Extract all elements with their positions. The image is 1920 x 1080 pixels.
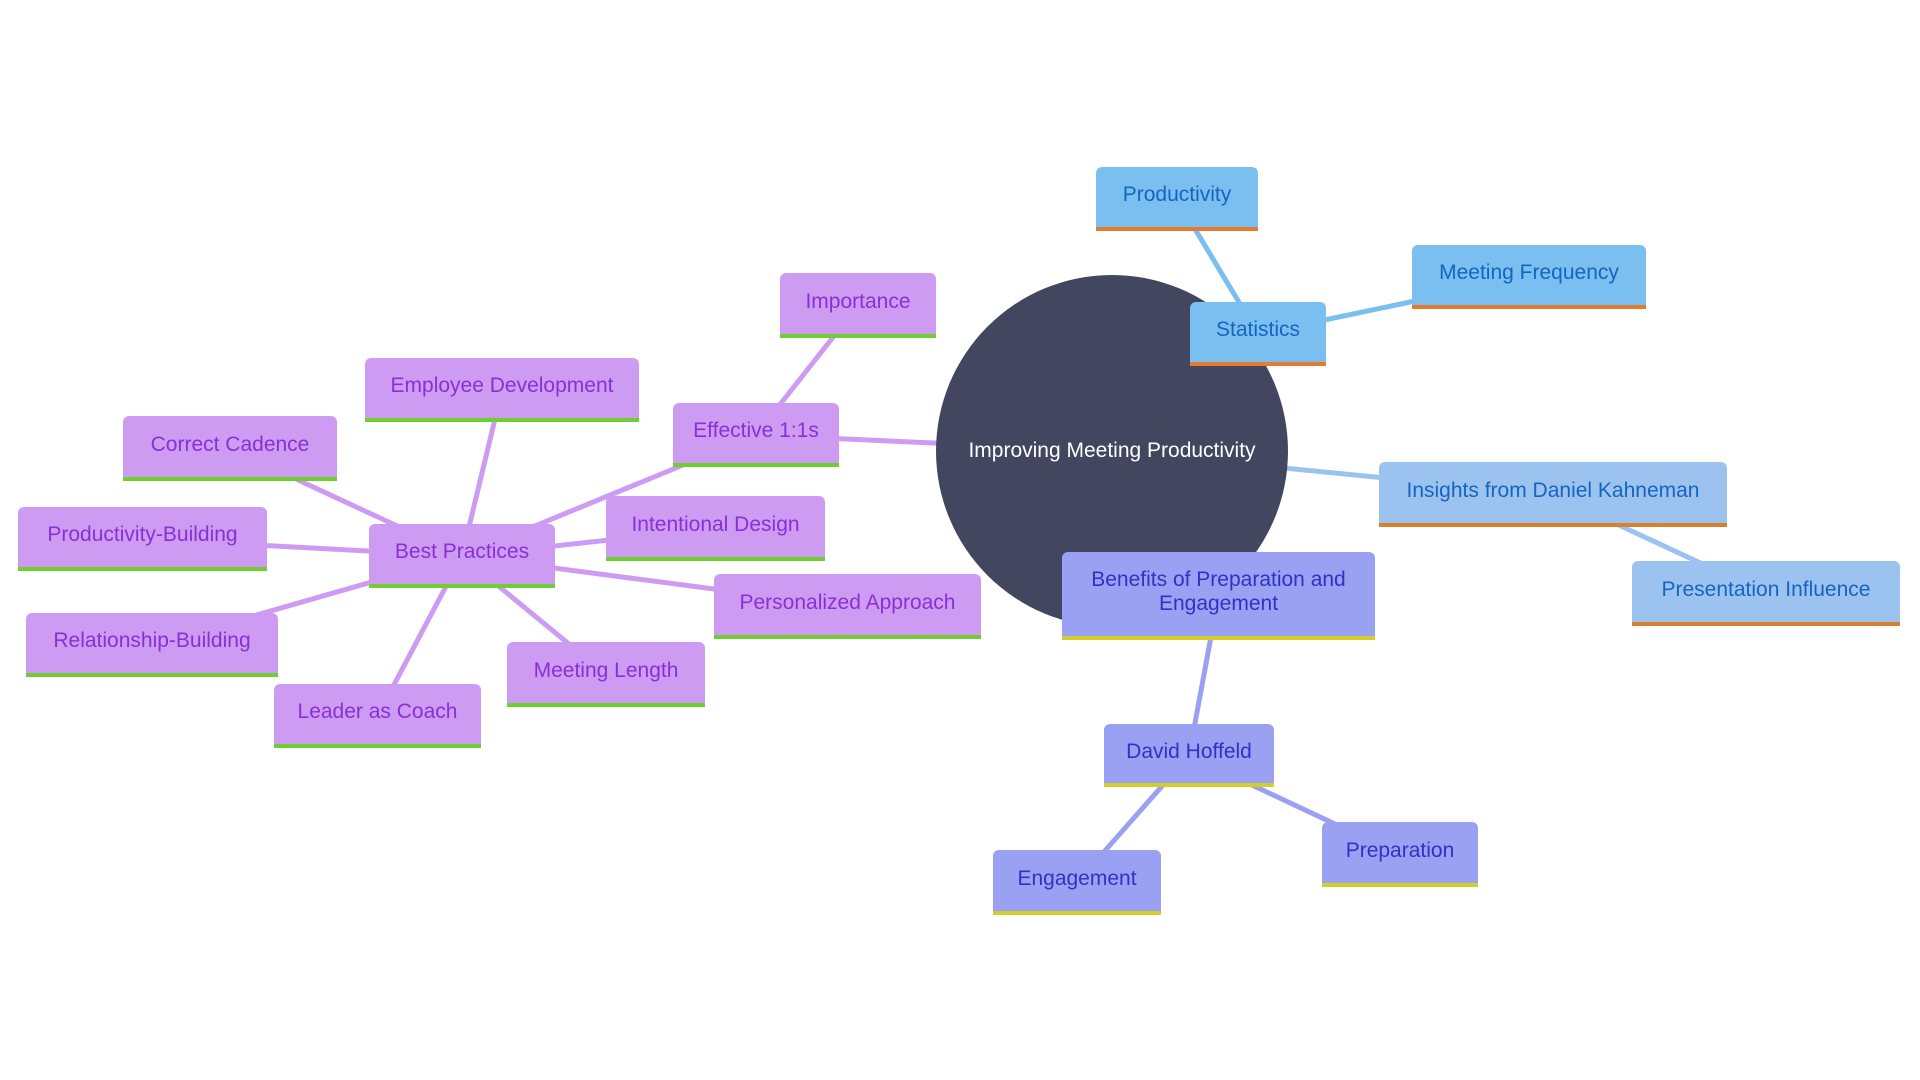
node-correct-cadence[interactable]: Correct Cadence [123,416,337,481]
node-label: Preparation [1345,838,1455,862]
node-label: Effective 1:1s [693,419,819,442]
node-label: David Hoffeld [1126,739,1252,763]
node-david-hoffeld[interactable]: David Hoffeld [1104,724,1274,787]
node-productivity-building[interactable]: Productivity-Building [18,507,267,571]
node-meeting-length[interactable]: Meeting Length [507,642,705,707]
node-personalized-approach[interactable]: Personalized Approach [714,574,981,639]
node-label: Intentional Design [631,512,800,536]
node-leader-as-coach[interactable]: Leader as Coach [274,684,481,748]
node-label: Meeting Frequency [1439,261,1619,284]
node-benefits[interactable]: Benefits of Preparation and Engagement [1062,552,1375,640]
node-presentation-influence[interactable]: Presentation Influence [1632,561,1900,626]
node-label: Leader as Coach [297,700,458,723]
node-statistics[interactable]: Statistics [1190,302,1326,366]
node-best-practices[interactable]: Best Practices [369,524,555,588]
node-label: Productivity [1122,183,1232,206]
node-label: Personalized Approach [739,590,956,614]
node-label: Best Practices [394,540,530,563]
node-label: Importance [805,289,911,313]
node-label: Correct Cadence [150,432,310,456]
node-meeting-frequency[interactable]: Meeting Frequency [1412,245,1646,309]
root-label: Improving Meeting Productivity [968,439,1256,462]
node-effective-1-1s[interactable]: Effective 1:1s [673,403,839,467]
node-productivity[interactable]: Productivity [1096,167,1258,231]
node-intentional-design[interactable]: Intentional Design [606,496,825,561]
node-label: Presentation Influence [1661,577,1871,601]
node-label: Productivity-Building [47,523,238,546]
node-label: Meeting Length [533,658,679,682]
node-insights[interactable]: Insights from Daniel Kahneman [1379,462,1727,527]
node-engagement[interactable]: Engagement [993,850,1161,915]
node-relationship-building[interactable]: Relationship-Building [26,613,278,677]
node-label: Engagement [1017,866,1137,890]
node-label: Relationship-Building [53,629,251,652]
node-importance[interactable]: Importance [780,273,936,338]
node-label: Statistics [1215,318,1301,341]
node-label: Insights from Daniel Kahneman [1406,478,1700,502]
node-label: Benefits of Preparation and Engagement [1091,568,1346,615]
node-preparation[interactable]: Preparation [1322,822,1478,887]
node-employee-development[interactable]: Employee Development [365,358,639,422]
node-label: Employee Development [390,374,614,397]
